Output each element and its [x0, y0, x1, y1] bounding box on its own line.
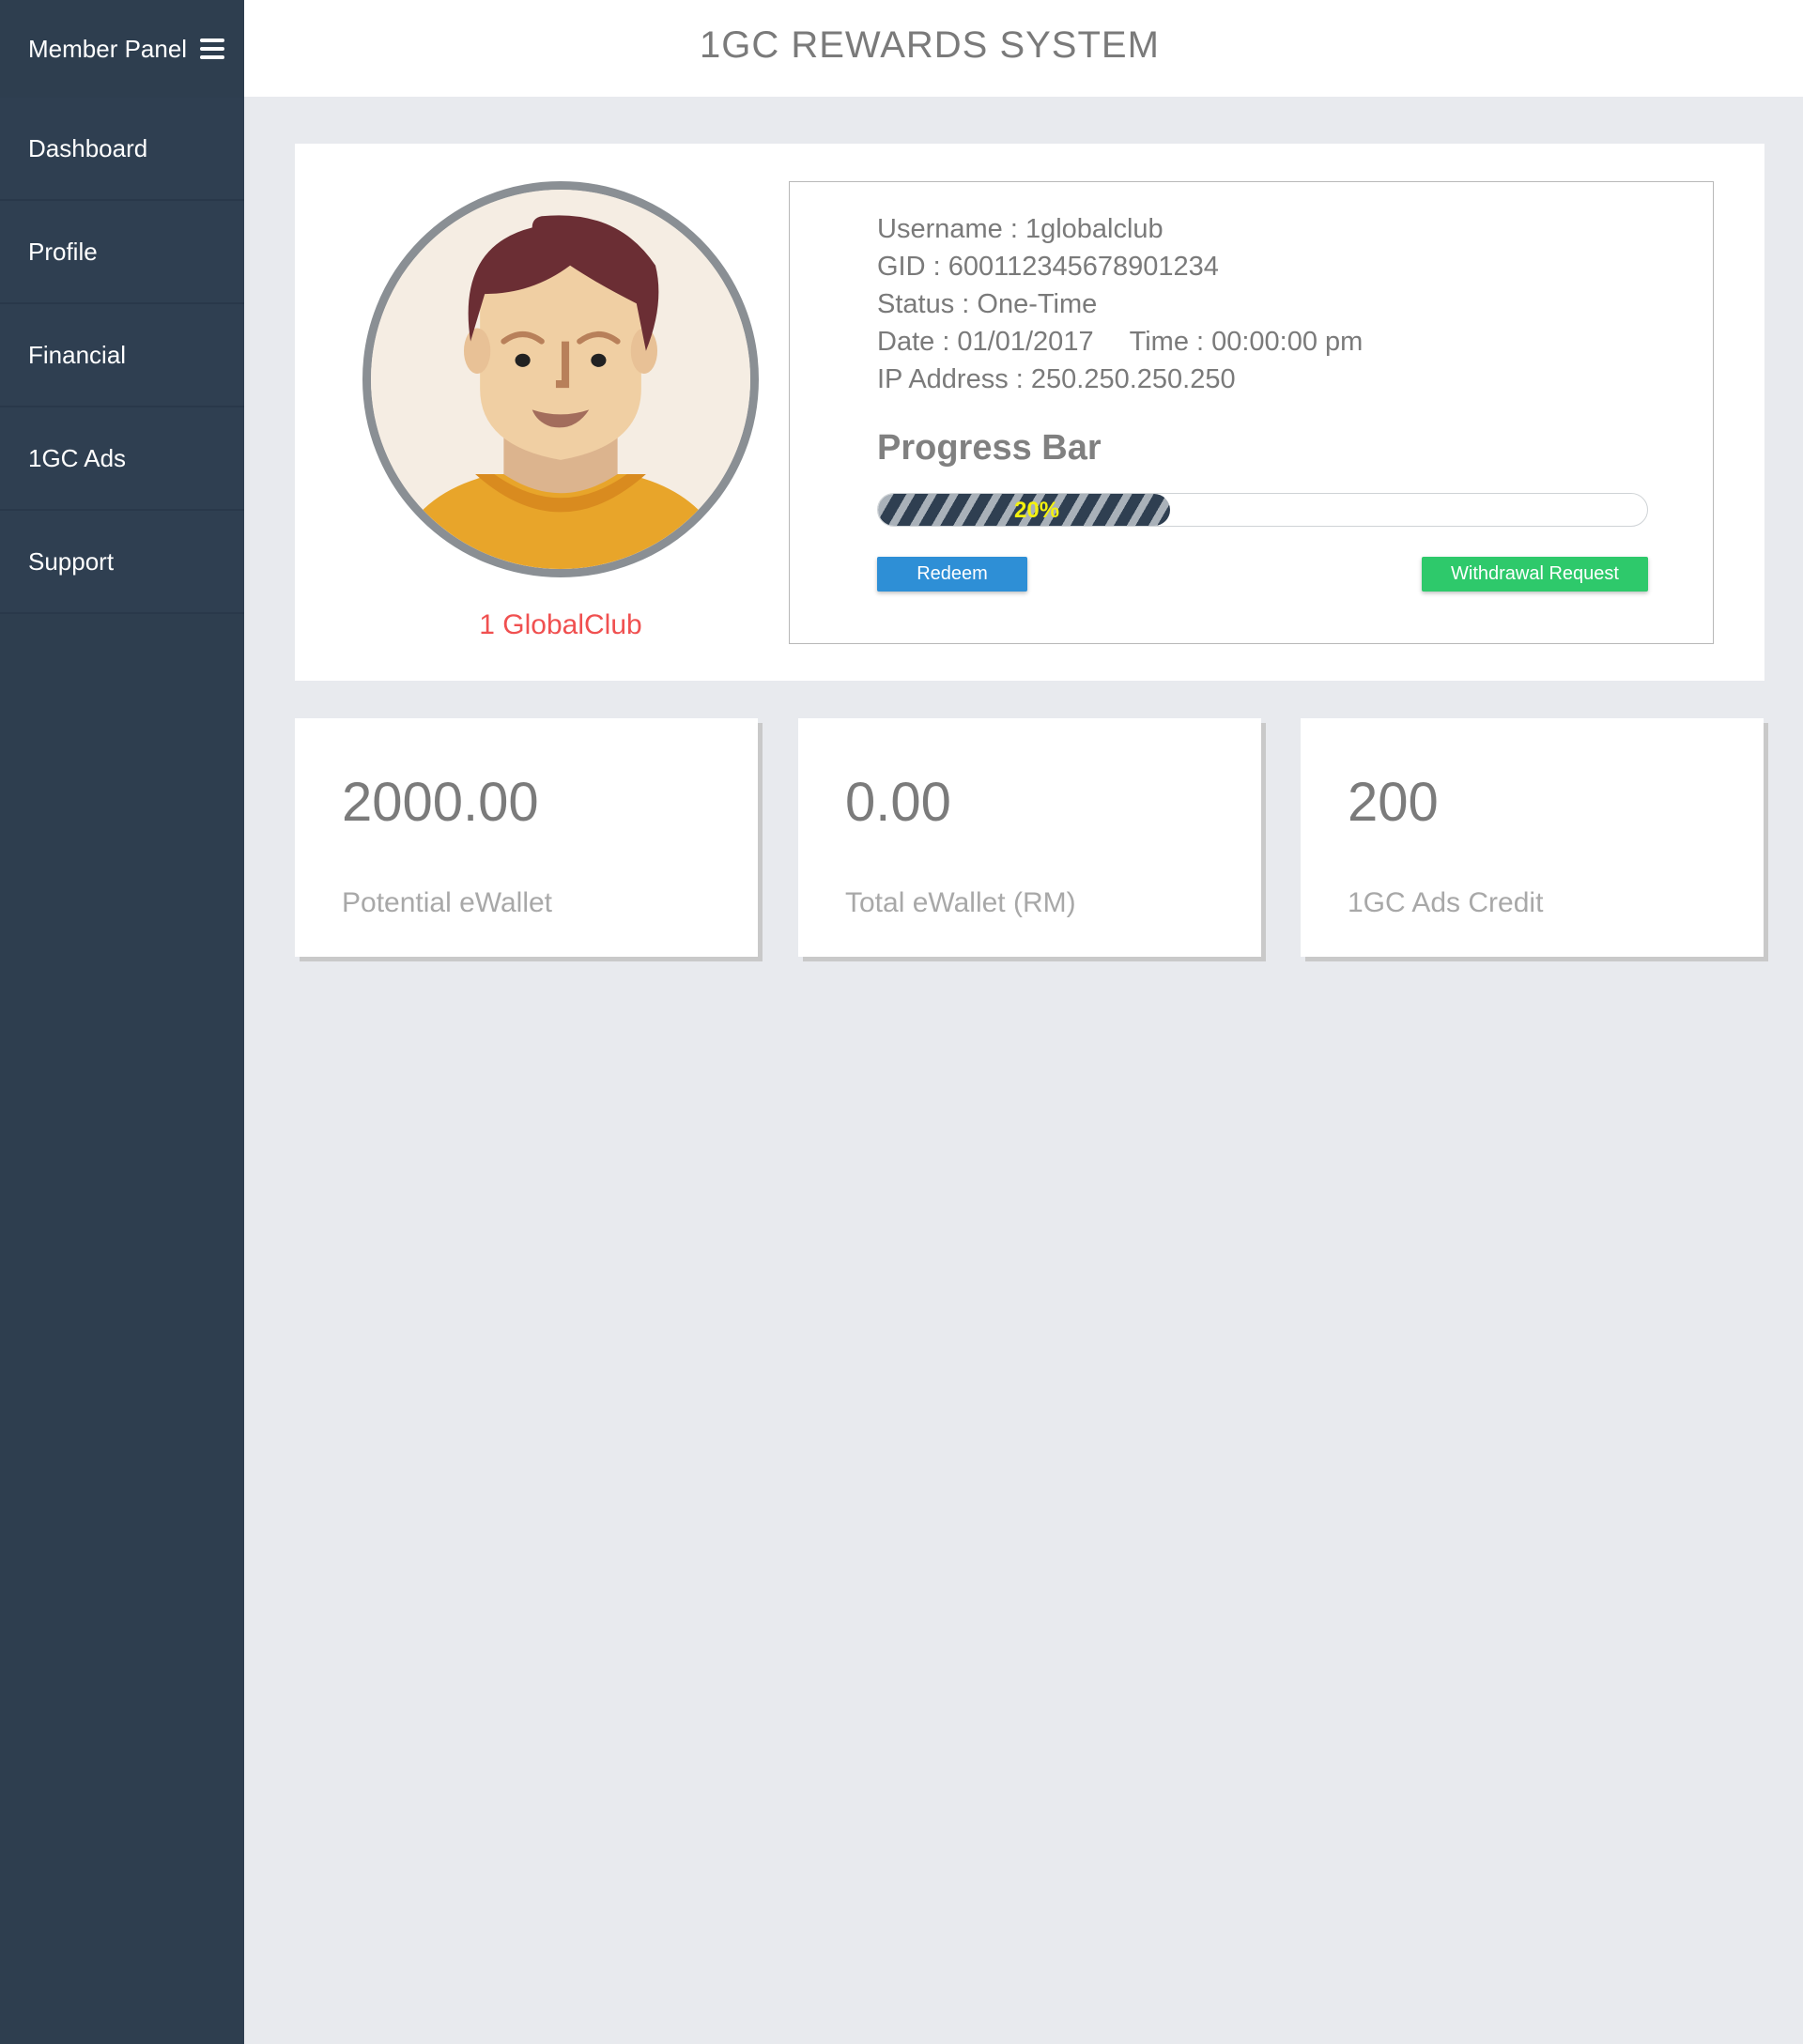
stat-value: 200: [1348, 772, 1439, 833]
datetime-row: Date : 01/01/2017 Time : 00:00:00 pm: [877, 323, 1363, 361]
status-text: Status : One-Time: [877, 289, 1098, 319]
time-text: Time : 00:00:00 pm: [1129, 327, 1364, 357]
sidebar-item-profile[interactable]: Profile: [0, 201, 244, 304]
account-details: Username : 1globalclub GID : 60011234567…: [877, 210, 1363, 398]
sidebar-item-ads[interactable]: 1GC Ads: [0, 407, 244, 511]
sidebar-item-support[interactable]: Support: [0, 511, 244, 614]
stat-card-ads-credit: 200 1GC Ads Credit: [1301, 718, 1764, 957]
stat-value: 2000.00: [342, 772, 539, 833]
progress-bar: 20%: [877, 493, 1648, 527]
progress-label: 20%: [1014, 498, 1060, 523]
avatar-illustration-icon: [371, 190, 750, 569]
sidebar-header: Member Panel: [0, 0, 244, 98]
sidebar-title: Member Panel: [28, 34, 188, 63]
profile-name: 1 GlobalClub: [479, 609, 642, 640]
sidebar-item-label: Support: [28, 546, 115, 576]
page-title: 1GC REWARDS SYSTEM: [700, 24, 1160, 66]
sidebar-item-financial[interactable]: Financial: [0, 304, 244, 407]
stat-card-total-ewallet: 0.00 Total eWallet (RM): [798, 718, 1261, 957]
sidebar: Member Panel Dashboard Profile Financial…: [0, 0, 244, 2044]
progress-fill: 20%: [878, 494, 1171, 526]
gid-text: GID : 600112345678901234: [877, 252, 1219, 282]
progress-title: Progress Bar: [877, 428, 1102, 468]
avatar: [362, 181, 759, 577]
profile-card: 1 GlobalClub Username : 1globalclub GID …: [295, 144, 1764, 681]
date-text: Date : 01/01/2017: [877, 327, 1094, 357]
stat-label: Potential eWallet: [342, 887, 553, 918]
stat-label: 1GC Ads Credit: [1348, 887, 1544, 918]
sidebar-item-label: Financial: [28, 340, 127, 369]
withdrawal-request-button[interactable]: Withdrawal Request: [1422, 557, 1648, 592]
stat-card-potential-ewallet: 2000.00 Potential eWallet: [295, 718, 758, 957]
sidebar-item-label: Profile: [28, 237, 98, 266]
sidebar-item-dashboard[interactable]: Dashboard: [0, 98, 244, 201]
username-text: Username : 1globalclub: [877, 214, 1163, 244]
account-info-box: Username : 1globalclub GID : 60011234567…: [789, 181, 1714, 644]
ip-address-text: IP Address : 250.250.250.250: [877, 364, 1236, 394]
stat-value: 0.00: [845, 772, 951, 833]
redeem-button[interactable]: Redeem: [877, 557, 1027, 592]
sidebar-item-label: Dashboard: [28, 133, 148, 162]
menu-icon[interactable]: [200, 38, 225, 59]
topbar: 1GC REWARDS SYSTEM: [244, 0, 1803, 97]
sidebar-item-label: 1GC Ads: [28, 443, 127, 472]
stat-label: Total eWallet (RM): [845, 887, 1076, 918]
